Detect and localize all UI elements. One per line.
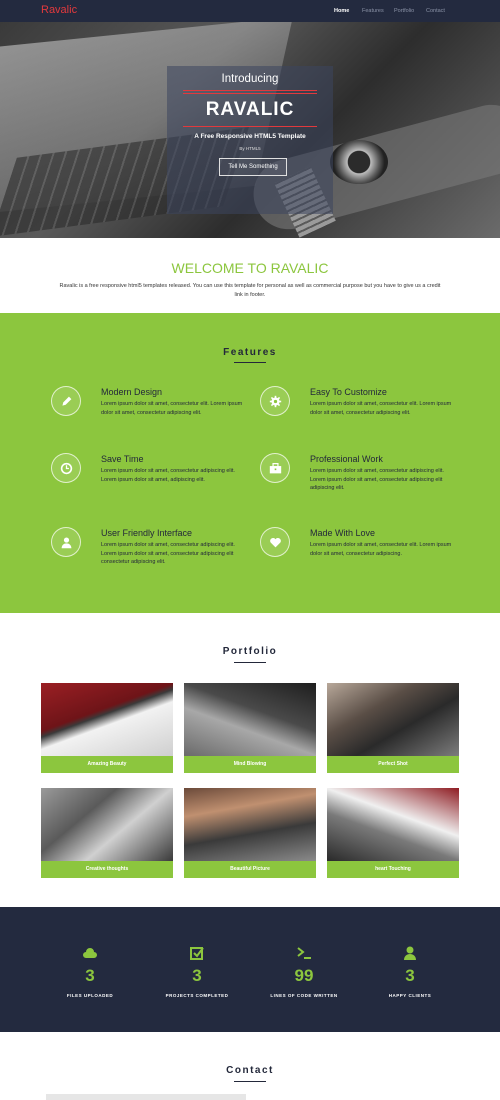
gear-icon xyxy=(260,386,290,416)
stat-happy-clients: 3 HAPPY CLIENTS xyxy=(360,945,460,998)
portfolio-item[interactable]: Mind Blowing xyxy=(184,683,316,773)
hero-overlay-box: Introducing RAVALIC A Free Responsive HT… xyxy=(167,66,333,214)
nav-link-portfolio[interactable]: Portfolio xyxy=(394,8,414,14)
contact-title: Contact xyxy=(226,1065,274,1076)
welcome-text: Ravalic is a free responsive html5 templ… xyxy=(59,283,441,298)
hero-title: RAVALIC xyxy=(205,99,295,120)
portfolio-caption: Perfect Shot xyxy=(327,756,459,773)
hero-watch-image xyxy=(330,140,388,184)
stat-label: FILES UPLOADED xyxy=(66,993,114,998)
nav-link-home[interactable]: Home xyxy=(334,8,349,14)
user-icon xyxy=(51,527,81,557)
stat-lines-of-code: 99 LINES OF CODE WRITTEN xyxy=(254,945,354,998)
stat-label: HAPPY CLIENTS xyxy=(388,993,432,998)
features-title: Features xyxy=(223,347,277,358)
hero-subtitle: A Free Responsive HTML5 Template xyxy=(194,133,306,140)
checkbox-icon xyxy=(190,947,204,960)
portfolio-item[interactable]: Perfect Shot xyxy=(327,683,459,773)
hero-divider-top-2 xyxy=(183,93,317,94)
portfolio-item[interactable]: heart Touching xyxy=(327,788,459,878)
portfolio-title: Portfolio xyxy=(222,646,278,657)
feature-text: Lorem ipsum dolor sit amet, consectetur … xyxy=(101,542,235,565)
stat-label: LINES OF CODE WRITTEN xyxy=(270,993,338,998)
terminal-icon xyxy=(297,947,311,959)
stat-value: 3 xyxy=(192,966,202,985)
nav-link-features[interactable]: Features xyxy=(362,8,384,14)
hero-intro: Introducing xyxy=(221,73,279,85)
feature-text: Lorem ipsum dolor sit amet, consectetur … xyxy=(310,542,452,557)
feature-text: Lorem ipsum dolor sit amet, consectetur … xyxy=(101,468,235,483)
portfolio-item[interactable]: Creative thoughts xyxy=(41,788,173,878)
briefcase-icon xyxy=(260,453,290,483)
portfolio-image xyxy=(327,788,459,861)
nav-link-contact[interactable]: Contact xyxy=(426,8,445,14)
feature-text: Lorem ipsum dolor sit amet, consectetur … xyxy=(310,401,452,416)
feature-title: Professional Work xyxy=(310,454,383,464)
hero-divider-bottom xyxy=(183,126,317,127)
feature-title: Save Time xyxy=(101,454,144,464)
stat-files-uploaded: 3 FILES UPLOADED xyxy=(40,945,140,998)
portfolio-caption: Beautiful Picture xyxy=(184,861,316,878)
pencil-icon xyxy=(51,386,81,416)
features-section: Features Modern Design Lorem ipsum dolor… xyxy=(0,313,500,613)
portfolio-item[interactable]: Amazing Beauty xyxy=(41,683,173,773)
portfolio-caption: heart Touching xyxy=(327,861,459,878)
stat-value: 3 xyxy=(85,966,95,985)
features-underline xyxy=(234,362,266,363)
clock-icon xyxy=(51,453,81,483)
feature-title: Made With Love xyxy=(310,528,376,538)
feature-title: Easy To Customize xyxy=(310,387,387,397)
hero-byline: By HTML5 xyxy=(239,146,261,151)
stat-projects-completed: 3 PROJECTS COMPLETED xyxy=(147,945,247,998)
hero-divider-top xyxy=(183,90,317,91)
tell-me-something-button[interactable]: Tell Me Something xyxy=(219,158,287,176)
feature-title: Modern Design xyxy=(101,387,163,397)
portfolio-caption: Amazing Beauty xyxy=(41,756,173,773)
portfolio-image xyxy=(184,788,316,861)
portfolio-image xyxy=(41,683,173,756)
contact-input-field[interactable] xyxy=(46,1094,246,1100)
heart-icon xyxy=(260,527,290,557)
cloud-icon xyxy=(83,948,97,958)
feature-text: Lorem ipsum dolor sit amet, consectetur … xyxy=(310,468,444,491)
hero-banner: Introducing RAVALIC A Free Responsive HT… xyxy=(0,22,500,238)
top-navbar: Ravalic Home Features Portfolio Contact xyxy=(0,0,500,22)
portfolio-item[interactable]: Beautiful Picture xyxy=(184,788,316,878)
stat-value: 99 xyxy=(294,966,314,985)
portfolio-underline xyxy=(234,662,266,663)
brand-logo[interactable]: Ravalic xyxy=(41,4,77,16)
portfolio-image xyxy=(41,788,173,861)
stats-section: 3 FILES UPLOADED 3 PROJECTS COMPLETED 99… xyxy=(0,907,500,1032)
feature-text: Lorem ipsum dolor sit amet, consectetur … xyxy=(101,401,243,416)
portfolio-image xyxy=(184,683,316,756)
stat-value: 3 xyxy=(405,966,415,985)
feature-title: User Friendly Interface xyxy=(101,528,193,538)
person-icon xyxy=(404,946,416,960)
welcome-title: WELCOME TO RAVALIC xyxy=(171,260,329,276)
portfolio-caption: Mind Blowing xyxy=(184,756,316,773)
contact-underline xyxy=(234,1081,266,1082)
portfolio-caption: Creative thoughts xyxy=(41,861,173,878)
portfolio-image xyxy=(327,683,459,756)
stat-label: PROJECTS COMPLETED xyxy=(165,993,229,998)
